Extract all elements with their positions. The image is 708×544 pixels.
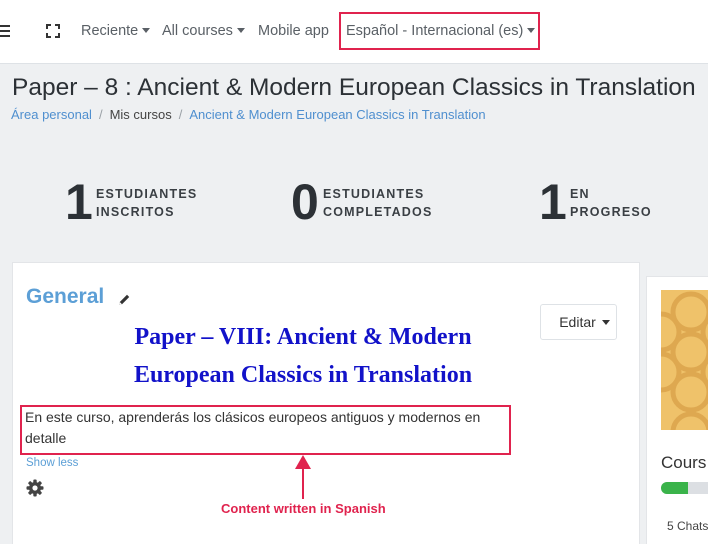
stat-label-line: ESTUDIANTES (323, 187, 425, 201)
course-image[interactable] (661, 290, 708, 430)
course-heading-line: Paper – VIII: Ancient & Modern (134, 324, 472, 350)
breadcrumb-course[interactable]: Ancient & Modern European Classics in Tr… (189, 107, 485, 122)
stat-label: EN PROGRESO (570, 185, 652, 221)
sidebar-course-title[interactable]: Cours (661, 453, 706, 473)
all-courses-menu[interactable]: All courses (162, 23, 245, 39)
recent-menu[interactable]: Reciente (81, 23, 151, 39)
edit-button-label: Editar (559, 314, 596, 330)
stat-label-line: EN (570, 187, 590, 201)
pencil-icon[interactable] (118, 293, 131, 306)
course-image-pattern (661, 291, 708, 430)
stat-label-line: INSCRITOS (96, 205, 175, 219)
fullscreen-icon[interactable] (46, 24, 60, 38)
menu-icon[interactable] (0, 25, 10, 37)
breadcrumb-my-courses[interactable]: Mis cursos (110, 107, 172, 122)
course-summary: En este curso, aprenderás los clásicos e… (25, 409, 481, 446)
annotation-label: Content written in Spanish (221, 501, 386, 516)
chats-count: 5 Chats (667, 519, 708, 533)
stat-label-line: COMPLETADOS (323, 205, 433, 219)
stat-number: 1 (539, 174, 567, 230)
caret-down-icon (601, 320, 610, 325)
all-courses-label: All courses (162, 23, 233, 39)
mobile-app-link[interactable]: Mobile app (258, 23, 329, 39)
gear-icon[interactable] (26, 479, 44, 497)
progress-bar-fill (661, 482, 688, 494)
caret-down-icon (142, 28, 151, 33)
breadcrumb: Área personal / Mis cursos / Ancient & Moder… (11, 107, 486, 122)
stat-number: 0 (291, 174, 319, 230)
breadcrumb-home[interactable]: Área personal (11, 107, 92, 122)
page-title: Paper – 8 : Ancient & Modern European Cl… (12, 74, 696, 101)
stat-label: ESTUDIANTES INSCRITOS (96, 185, 197, 221)
annotation-arrow-icon (295, 455, 311, 499)
stat-label-line: ESTUDIANTES (96, 187, 198, 201)
show-less-link[interactable]: Show less (26, 457, 78, 469)
recent-menu-label: Reciente (81, 23, 139, 39)
language-highlight-box (339, 12, 540, 50)
caret-down-icon (236, 28, 245, 33)
course-sidebar-card: Cours 5 Chats (646, 276, 708, 544)
course-heading: Paper – VIII: Ancient & Modern European … (53, 318, 553, 394)
stat-label-line: PROGRESO (570, 205, 652, 219)
progress-bar (661, 482, 708, 494)
breadcrumb-separator: / (98, 107, 103, 122)
course-heading-line: European Classics in Translation (133, 362, 473, 388)
breadcrumb-separator: / (178, 107, 183, 122)
section-title[interactable]: General (26, 285, 104, 309)
stat-number: 1 (65, 174, 93, 230)
top-navbar: Reciente All courses Mobile app Español … (0, 0, 708, 64)
course-section-card: General Editar Paper – VIII: Ancient & M… (12, 262, 640, 544)
stat-label: ESTUDIANTES COMPLETADOS (323, 185, 433, 221)
